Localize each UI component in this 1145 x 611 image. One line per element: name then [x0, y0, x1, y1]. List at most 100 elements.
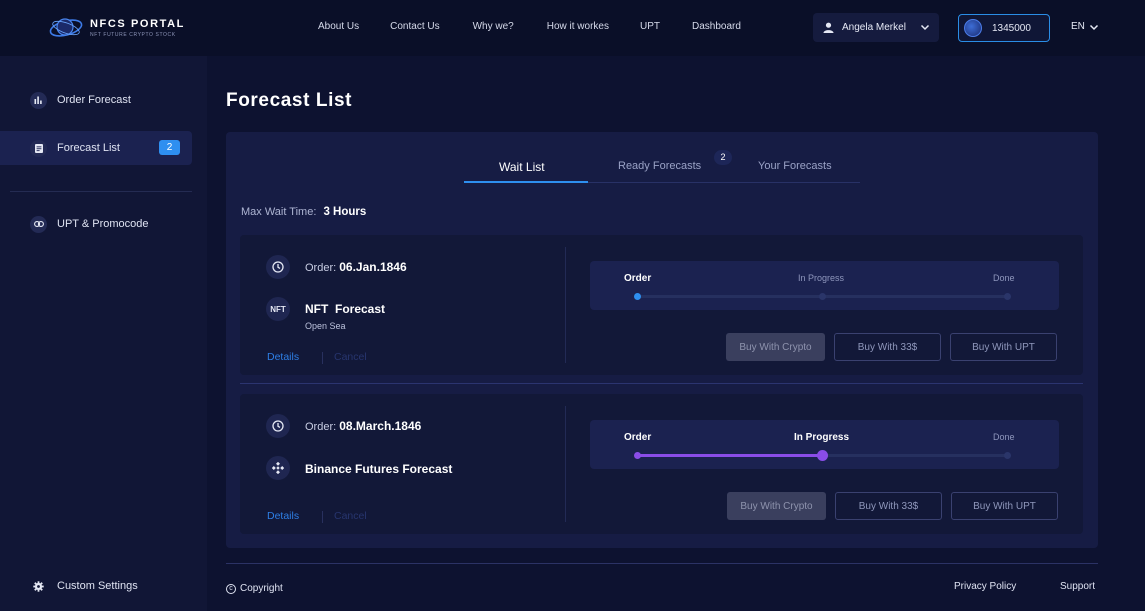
divider: [322, 511, 323, 523]
sidebar-item-label: Order Forecast: [57, 94, 131, 106]
buy-with-upt-button[interactable]: Buy With UPT: [950, 333, 1057, 361]
details-link[interactable]: Details: [267, 510, 299, 522]
step-done-label: Done: [993, 273, 1015, 283]
list-icon: [30, 139, 47, 157]
nav-about-us[interactable]: About Us: [318, 21, 359, 32]
step-dot-order: [634, 293, 641, 300]
coin-icon: [964, 19, 982, 37]
page-title: Forecast List: [226, 90, 353, 111]
brand-subtitle: NFT FUTURE CRYPTO STOCK: [90, 32, 176, 38]
footer-divider: [226, 563, 1098, 564]
support-link[interactable]: Support: [1060, 581, 1095, 592]
forecast-card: Order: 08.March.1846 Binance Futures For…: [240, 394, 1083, 534]
max-wait-value: 3 Hours: [323, 206, 367, 218]
forecast-count-badge: 2: [159, 140, 180, 155]
gear-icon: [30, 578, 47, 595]
balance-button[interactable]: 1345000: [958, 14, 1050, 42]
card-divider: [565, 247, 566, 363]
max-wait-label: Max Wait Time:: [241, 206, 317, 218]
planet-logo-icon: [49, 18, 83, 37]
copyright: c Copyright: [226, 583, 283, 594]
cancel-link[interactable]: Cancel: [334, 510, 367, 522]
sidebar-item-label: Custom Settings: [57, 580, 138, 592]
step-dot-order: [634, 452, 641, 459]
nav-how-it-works[interactable]: How it workes: [547, 21, 609, 32]
order-date: Order: 06.Jan.1846: [305, 260, 407, 274]
step-dot-in-progress: [817, 450, 828, 461]
step-order-label: Order: [624, 432, 652, 443]
forecast-card: Order: 06.Jan.1846 NFT NFT Forecast Open…: [240, 235, 1083, 375]
forecast-title: NFT Forecast: [305, 302, 386, 316]
order-label: Order:: [305, 262, 337, 274]
active-tab-indicator: [464, 181, 588, 183]
language-selector[interactable]: EN: [1071, 21, 1099, 32]
order-date-value: 06.Jan.1846: [339, 260, 407, 274]
step-in-progress-label: In Progress: [798, 273, 845, 283]
progress-track: [634, 293, 1011, 300]
card-divider: [565, 406, 566, 522]
copyright-text: Copyright: [240, 583, 283, 594]
sidebar-divider: [10, 191, 192, 192]
progress-track: [634, 450, 1011, 461]
clock-icon: [266, 414, 290, 438]
step-dot-done: [1004, 293, 1011, 300]
tab-your-forecasts[interactable]: Your Forecasts: [758, 160, 832, 172]
balance-amount: 1345000: [992, 22, 1031, 34]
progress-fill: [637, 454, 822, 457]
clock-icon: [266, 255, 290, 279]
details-link[interactable]: Details: [267, 351, 299, 363]
nav-why-we[interactable]: Why we?: [473, 21, 514, 32]
chevron-down-icon: [920, 24, 930, 31]
sidebar-item-custom-settings[interactable]: Custom Settings: [0, 569, 192, 603]
tab-wait-list[interactable]: Wait List: [499, 160, 545, 174]
brand-logo[interactable]: NFCS PORTAL NFT FUTURE CRYPTO STOCK: [48, 14, 185, 42]
sidebar-item-label: Forecast List: [57, 142, 120, 154]
max-wait-time: Max Wait Time: 3 Hours: [241, 206, 366, 218]
step-order-label: Order: [624, 273, 652, 284]
forecast-subtitle: Open Sea: [305, 321, 346, 331]
order-progress: Order In Progress Done: [590, 261, 1059, 310]
card-separator: [240, 383, 1083, 384]
order-date: Order: 08.March.1846: [305, 419, 421, 433]
privacy-policy-link[interactable]: Privacy Policy: [954, 581, 1016, 592]
order-label: Order:: [305, 421, 337, 433]
nft-icon: NFT: [266, 297, 290, 321]
nav-contact-us[interactable]: Contact Us: [390, 21, 439, 32]
buy-with-crypto-button[interactable]: Buy With Crypto: [726, 333, 825, 361]
sidebar-item-upt-promocode[interactable]: UPT & Promocode: [0, 207, 192, 241]
cancel-link[interactable]: Cancel: [334, 351, 367, 363]
step-dot-done: [1004, 452, 1011, 459]
step-in-progress-label: In Progress: [794, 432, 850, 443]
step-done-label: Done: [993, 432, 1015, 442]
ready-count-badge: 2: [714, 150, 732, 165]
brand-title: NFCS PORTAL: [90, 18, 186, 30]
divider: [322, 352, 323, 364]
sidebar: Order Forecast Forecast List 2 UPT & Pro…: [0, 56, 207, 611]
buy-with-upt-button[interactable]: Buy With UPT: [951, 492, 1058, 520]
sidebar-item-label: UPT & Promocode: [57, 218, 149, 230]
bar-chart-icon: [30, 91, 47, 109]
main-nav: About Us Contact Us Why we? How it worke…: [318, 21, 741, 32]
buy-with-crypto-button[interactable]: Buy With Crypto: [727, 492, 826, 520]
binance-icon: [266, 456, 290, 480]
purchase-buttons: Buy With Crypto Buy With 33$ Buy With UP…: [726, 333, 1057, 361]
top-header: NFCS PORTAL NFT FUTURE CRYPTO STOCK Abou…: [0, 0, 1145, 56]
tab-ready-forecasts[interactable]: Ready Forecasts: [618, 160, 701, 172]
order-progress: Order In Progress Done: [590, 420, 1059, 469]
buy-with-usd-button[interactable]: Buy With 33$: [834, 333, 941, 361]
step-dot-in-progress: [819, 293, 826, 300]
purchase-buttons: Buy With Crypto Buy With 33$ Buy With UP…: [727, 492, 1058, 520]
nav-upt[interactable]: UPT: [640, 21, 660, 32]
user-name: Angela Merkel: [842, 22, 906, 33]
copyright-icon: c: [226, 583, 236, 594]
forecast-tabs: Wait List Ready Forecasts 2 Your Forecas…: [464, 150, 860, 183]
user-menu-button[interactable]: Angela Merkel: [813, 13, 939, 42]
forecast-title: Binance Futures Forecast: [305, 462, 453, 476]
sidebar-item-forecast-list[interactable]: Forecast List 2: [0, 131, 192, 165]
forecast-panel: Wait List Ready Forecasts 2 Your Forecas…: [226, 132, 1098, 548]
user-icon: [823, 22, 834, 33]
link-icon: [30, 215, 47, 233]
sidebar-item-order-forecast[interactable]: Order Forecast: [0, 83, 192, 117]
nav-dashboard[interactable]: Dashboard: [692, 21, 741, 32]
buy-with-usd-button[interactable]: Buy With 33$: [835, 492, 942, 520]
